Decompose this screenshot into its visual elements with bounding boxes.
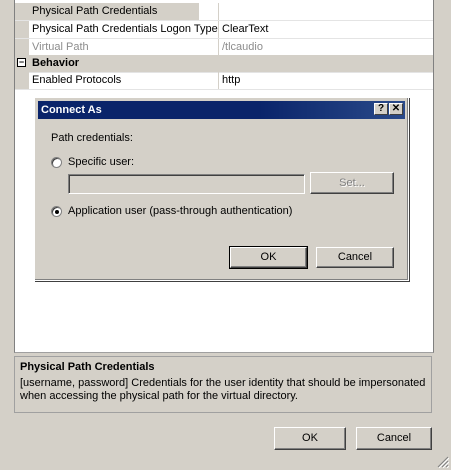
description-text: [username, password] Credentials for the… (20, 377, 426, 402)
row-name: Virtual Path (32, 41, 89, 53)
description-pane: Physical Path Credentials [username, pas… (14, 356, 432, 413)
dialog-titlebar[interactable]: Connect As ? ✕ (38, 101, 405, 119)
row-value[interactable]: http (218, 72, 433, 89)
application-user-label[interactable]: Application user (pass-through authentic… (68, 205, 292, 217)
close-button[interactable]: ✕ (389, 103, 403, 115)
dialog-cancel-button[interactable]: Cancel (316, 247, 394, 268)
set-button-label: Set... (339, 177, 365, 189)
help-icon: ? (377, 103, 385, 114)
row-value: /tlcaudio (218, 39, 433, 56)
row-name: Enabled Protocols (32, 74, 122, 86)
connect-as-dialog: Connect As ? ✕ Path credentials: Specifi… (34, 97, 409, 281)
row-value[interactable]: ClearText (218, 21, 433, 38)
row-name: Physical Path Credentials Logon Type (32, 23, 218, 35)
set-button[interactable]: Set... (310, 172, 394, 194)
ok-button-label: OK (302, 432, 318, 444)
cancel-button[interactable]: Cancel (356, 427, 432, 450)
grid-row-enabled-protocols[interactable]: Enabled Protocols http (15, 72, 433, 90)
row-name: Physical Path Credentials (15, 3, 199, 20)
cancel-button-label: Cancel (376, 432, 412, 444)
dialog-title: Connect As (41, 104, 102, 116)
dialog-cancel-label: Cancel (337, 251, 373, 263)
help-button[interactable]: ? (374, 103, 388, 115)
description-title: Physical Path Credentials (20, 361, 155, 373)
grid-row-logon-type[interactable]: Physical Path Credentials Logon Type Cle… (15, 21, 433, 39)
resize-grip-icon[interactable] (437, 456, 449, 468)
specific-user-radio[interactable] (51, 157, 62, 168)
application-user-radio[interactable] (51, 206, 62, 217)
specific-user-label[interactable]: Specific user: (68, 156, 134, 168)
close-icon: ✕ (391, 103, 401, 114)
category-name: Behavior (32, 57, 80, 69)
path-credentials-label: Path credentials: (51, 132, 133, 144)
grid-row-physical-path-credentials[interactable]: Physical Path Credentials (15, 3, 433, 21)
ok-button[interactable]: OK (274, 427, 346, 450)
grid-category-behavior[interactable]: − Behavior (15, 55, 433, 73)
dialog-ok-button[interactable]: OK (229, 246, 308, 269)
row-value[interactable] (218, 3, 433, 20)
dialog-ok-label: OK (260, 251, 277, 263)
specific-user-field[interactable] (68, 174, 305, 194)
